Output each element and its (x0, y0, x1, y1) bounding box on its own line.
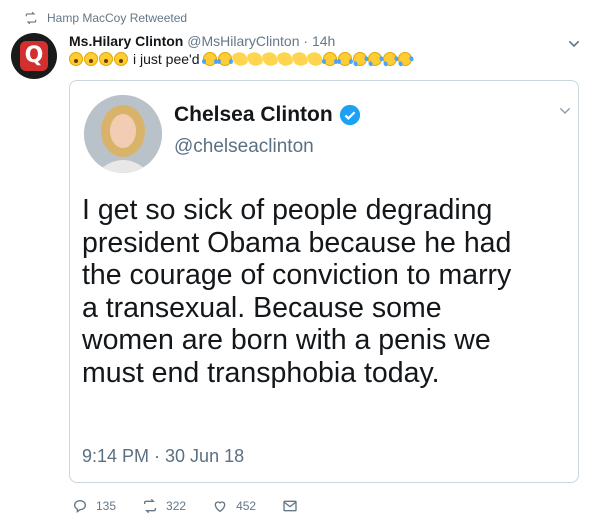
quoted-author-name-row: Chelsea Clinton (174, 103, 361, 127)
time-separator: · (303, 33, 309, 49)
retweet-button[interactable]: 322 (142, 498, 186, 514)
retweet-icon (25, 11, 37, 25)
quoted-avatar[interactable] (84, 95, 162, 173)
astonished-face-emoji (114, 52, 128, 66)
avatar-logo: Q (20, 41, 48, 71)
reply-count: 135 (96, 499, 117, 513)
rolling-laughing-emoji (350, 49, 369, 69)
chevron-down-icon[interactable] (566, 36, 582, 52)
tears-of-joy-emoji (216, 52, 233, 66)
reply-icon (73, 499, 87, 513)
rolling-laughing-emoji (380, 49, 399, 69)
heart-icon (214, 501, 226, 513)
tears-of-joy-emoji (201, 52, 218, 66)
clapping-hands-emoji (230, 50, 249, 68)
clapping-hands-emoji (305, 50, 324, 68)
direct-message-button[interactable] (282, 498, 306, 514)
quoted-tweet-card[interactable]: Chelsea Clinton @chelseaclinton I get so… (69, 80, 579, 483)
quoted-author-handle[interactable]: @chelseaclinton (174, 136, 314, 158)
tweet-time[interactable]: 14h (312, 33, 335, 49)
quoted-text-line: must end transphobia today. (82, 356, 440, 389)
author-name[interactable]: Ms.Hilary Clinton (69, 33, 183, 49)
rolling-laughing-emoji (395, 49, 414, 69)
quoted-tweet-text: I get so sick of people degrading presid… (82, 194, 576, 389)
clapping-hands-emoji (260, 50, 279, 68)
astonished-face-emoji (84, 52, 98, 66)
clapping-hands-emoji (275, 50, 294, 68)
quoted-text-line: women are born with a penis we (82, 324, 491, 356)
portrait-image (84, 95, 162, 173)
astonished-face-emoji (69, 52, 83, 66)
like-button[interactable]: 452 (212, 498, 256, 514)
tweet-text: i just pee'd (69, 49, 414, 69)
quoted-text-line: president Obama because he had (82, 226, 512, 259)
retweet-context: Hamp MacCoy Retweeted (24, 10, 187, 26)
avatar[interactable]: Q (11, 33, 57, 79)
author-handle[interactable]: @MsHilaryClinton (187, 33, 299, 49)
tweet-actions: 135 322 452 (72, 497, 332, 515)
clapping-hands-emoji (245, 50, 264, 68)
like-count: 452 (236, 499, 257, 513)
retweet-count: 322 (166, 499, 187, 513)
quoted-timestamp[interactable]: 9:14 PM · 30 Jun 18 (82, 446, 244, 467)
quoted-text-line: a transexual. Because some (82, 291, 442, 324)
envelope-icon (283, 500, 297, 512)
rolling-laughing-emoji (365, 49, 384, 69)
quoted-text-line: I get so sick of people degrading (82, 194, 493, 226)
retweet-icon (144, 498, 157, 514)
clapping-hands-emoji (290, 50, 309, 68)
tears-of-joy-emoji (321, 52, 338, 66)
chevron-down-icon[interactable] (557, 103, 573, 119)
retweet-context-label[interactable]: Hamp MacCoy Retweeted (47, 11, 187, 25)
tears-of-joy-emoji (336, 52, 353, 66)
quoted-author-name[interactable]: Chelsea Clinton (174, 103, 333, 127)
reply-button[interactable]: 135 (72, 498, 116, 514)
tweet-header: Ms.Hilary Clinton @MsHilaryClinton · 14h (69, 33, 335, 49)
quoted-text-line: the courage of conviction to marry (82, 259, 512, 291)
verified-badge-icon (339, 104, 360, 126)
tweet-text-body: i just pee'd (133, 51, 200, 67)
astonished-face-emoji (99, 52, 113, 66)
